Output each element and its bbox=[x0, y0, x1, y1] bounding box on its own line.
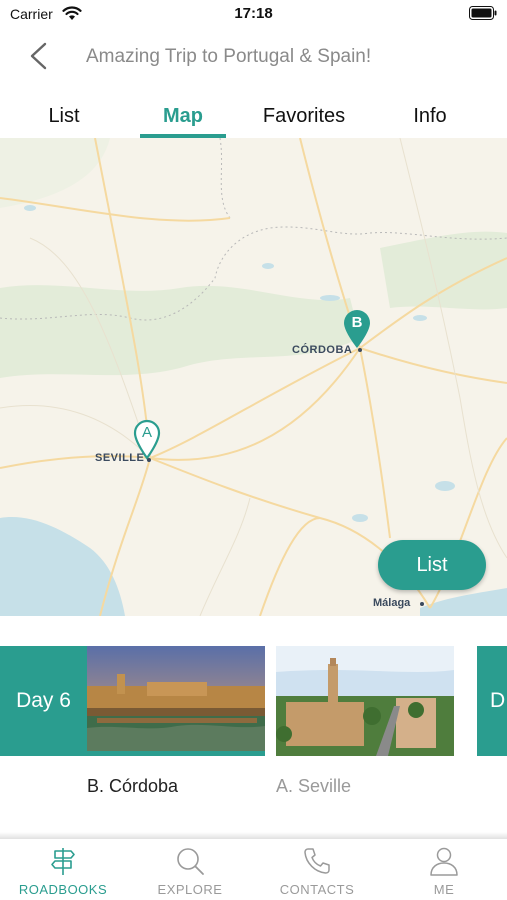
map-view[interactable]: B CÓRDOBA A SEVILLE Málaga List bbox=[0, 138, 507, 616]
city-dot bbox=[420, 602, 424, 606]
marker-letter: B bbox=[351, 314, 363, 331]
stop-photo bbox=[87, 646, 265, 756]
stop-card-cordoba[interactable]: B. Córdoba bbox=[87, 646, 265, 797]
tab-bar-label: CONTACTS bbox=[279, 882, 355, 897]
back-button[interactable] bbox=[18, 38, 58, 74]
nav-header: Amazing Trip to Portugal & Spain! bbox=[0, 28, 507, 86]
stop-card-seville[interactable]: A. Seville bbox=[276, 646, 454, 797]
tab-bar-label: ME bbox=[433, 882, 455, 897]
stop-photo bbox=[276, 646, 454, 756]
tab-contacts[interactable]: CONTACTS bbox=[254, 839, 380, 900]
clock-label: 17:18 bbox=[234, 5, 273, 22]
tab-favorites[interactable]: Favorites bbox=[250, 100, 358, 138]
city-label-seville: SEVILLE bbox=[95, 452, 145, 464]
tab-info[interactable]: Info bbox=[390, 100, 470, 138]
view-tabs: List Map Favorites Info bbox=[0, 100, 507, 138]
page-title: Amazing Trip to Portugal & Spain! bbox=[86, 46, 372, 67]
tab-explore[interactable]: EXPLORE bbox=[127, 839, 253, 900]
day-badge: Day 6 bbox=[0, 646, 87, 756]
person-icon bbox=[430, 847, 458, 876]
tab-roadbooks[interactable]: ROADBOOKS bbox=[0, 839, 126, 900]
bottom-tab-bar: ROADBOOKS EXPLORE CONTACTS ME bbox=[0, 838, 507, 900]
chevron-left-icon bbox=[30, 42, 47, 70]
stop-label: A. Seville bbox=[276, 776, 352, 796]
city-label-cordoba: CÓRDOBA bbox=[292, 344, 353, 356]
list-toggle-button[interactable]: List bbox=[378, 540, 486, 590]
status-bar: Carrier 17:18 bbox=[0, 0, 507, 28]
cordoba-photo bbox=[87, 646, 265, 756]
tab-label: Favorites bbox=[262, 105, 346, 127]
tab-me[interactable]: ME bbox=[381, 839, 507, 900]
marker-letter: A bbox=[141, 424, 152, 441]
next-day-badge[interactable]: D bbox=[477, 646, 507, 756]
tab-list[interactable]: List bbox=[14, 100, 114, 138]
stop-label: B. Córdoba bbox=[87, 776, 179, 796]
phone-icon bbox=[304, 848, 330, 874]
seville-photo bbox=[276, 646, 454, 756]
city-dot bbox=[358, 348, 362, 352]
selected-stop-indicator bbox=[87, 751, 265, 756]
city-label-malaga: Málaga bbox=[373, 597, 411, 609]
search-icon bbox=[177, 848, 204, 875]
battery-icon bbox=[469, 6, 497, 20]
tab-bar-label: EXPLORE bbox=[157, 882, 223, 897]
tab-bar-label: ROADBOOKS bbox=[18, 882, 108, 897]
stops-carousel[interactable]: Day 6 B. Córdoba A. Seville D bbox=[0, 616, 507, 838]
city-dot bbox=[147, 458, 151, 462]
tab-label: List bbox=[48, 105, 80, 127]
tab-label: Info bbox=[413, 105, 447, 127]
tab-map[interactable]: Map bbox=[140, 100, 226, 138]
tab-label: Map bbox=[163, 105, 203, 127]
signpost-icon bbox=[51, 848, 75, 875]
